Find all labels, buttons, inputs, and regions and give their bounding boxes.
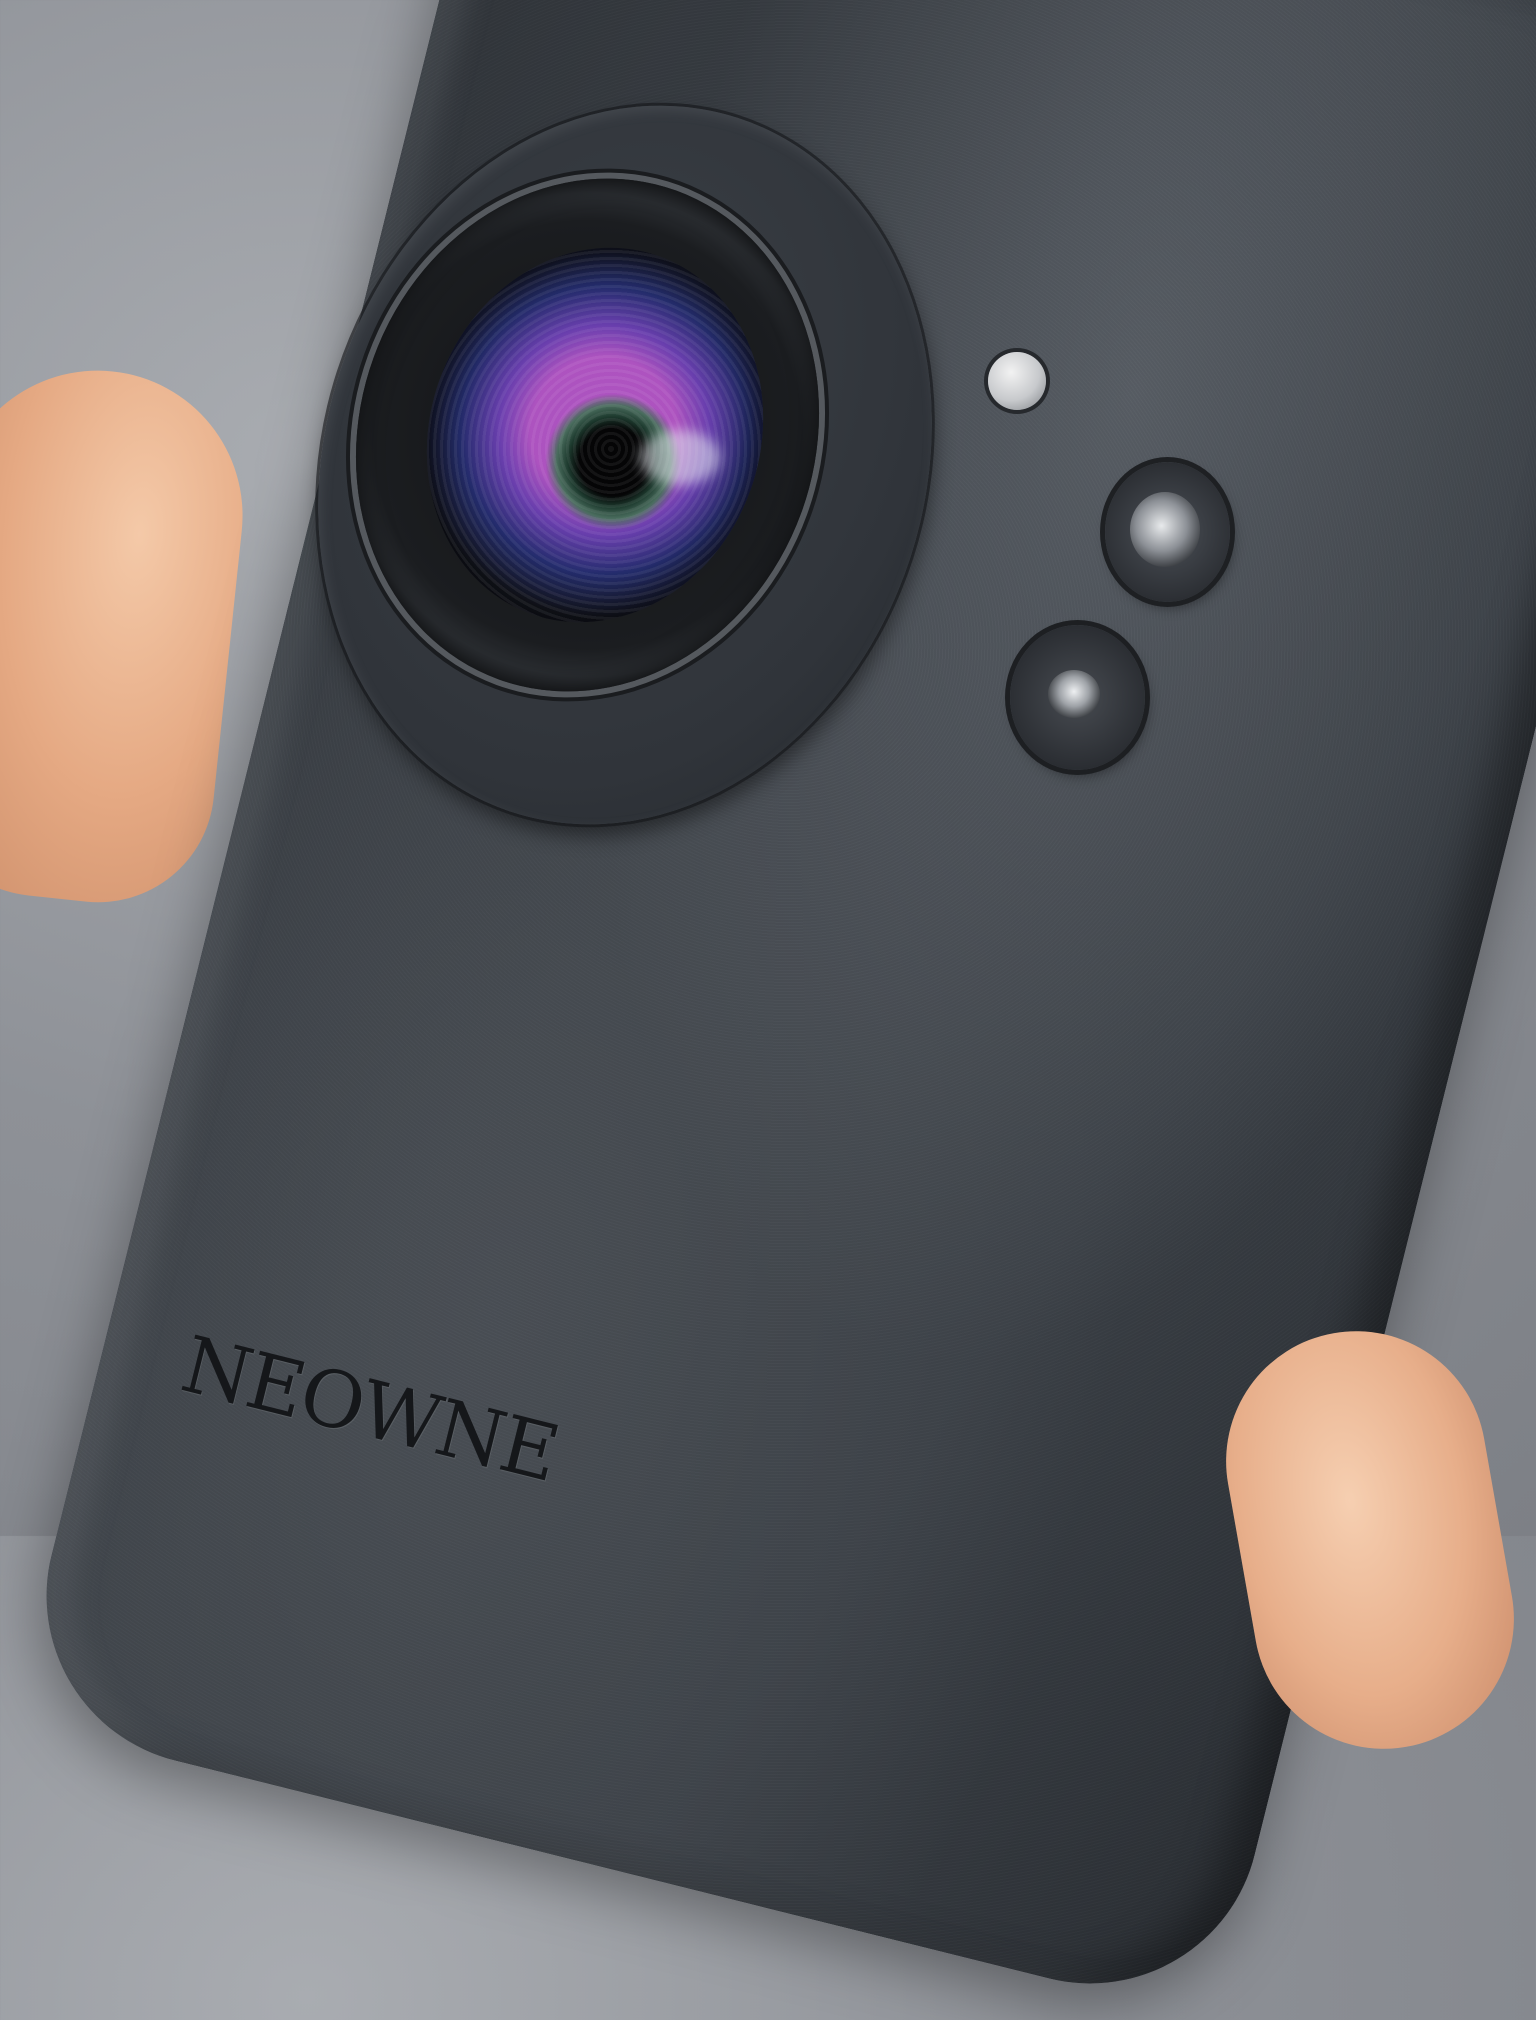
flash-icon xyxy=(1105,462,1230,602)
sensor-dot-icon xyxy=(988,352,1046,410)
microphone-icon xyxy=(1010,625,1145,770)
left-finger xyxy=(0,356,257,914)
lens-glint xyxy=(640,430,720,485)
photo-scene: NEOWNE xyxy=(0,0,1536,2020)
